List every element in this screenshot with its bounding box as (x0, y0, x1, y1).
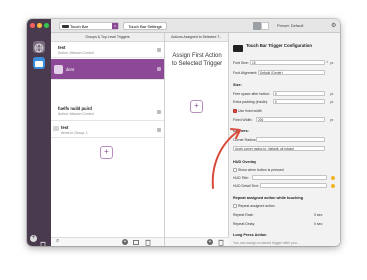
trash-icon[interactable] (145, 239, 151, 246)
emoji-icon[interactable] (331, 184, 335, 188)
repeat-rate-value[interactable]: 0 sec (314, 213, 322, 217)
repeat-delay-value[interactable]: 0 sec (314, 222, 322, 226)
touchbar-device-icon (62, 25, 69, 29)
font-size-stepper[interactable]: ⇕ (326, 60, 329, 65)
trash-icon[interactable] (40, 235, 46, 246)
list-item[interactable]: fuelfs nuild puird Action: Mission Contr… (51, 103, 164, 121)
corner-radius-field[interactable] (256, 137, 325, 142)
groups-bottom-bar: ⌕ + (51, 237, 164, 246)
extra-padding-field[interactable]: 0 (273, 99, 325, 104)
drag-handle-icon[interactable] (157, 48, 161, 52)
assign-first-action-message: Assign First Action to Selected Trigger (171, 53, 223, 67)
add-icon[interactable]: + (122, 239, 128, 245)
close-window-button[interactable] (30, 23, 35, 28)
preset-label[interactable]: Preset: Default (277, 22, 329, 30)
groups-list: Groups & Top Level Triggers test Action:… (51, 33, 165, 246)
item-icon (54, 65, 63, 74)
annotation-arrow (211, 128, 241, 189)
list-item-selected[interactable]: dent (51, 59, 164, 80)
hud-detail-field[interactable] (260, 183, 327, 188)
touchbar-settings-button[interactable]: Touch Bar Settings (123, 22, 167, 30)
drag-handle-icon[interactable] (157, 110, 161, 114)
chevron-down-icon: ▾ (112, 23, 118, 29)
fixed-width-checkbox[interactable] (233, 109, 237, 113)
fixed-width-field[interactable]: 200 (256, 117, 325, 122)
config-title: Touch Bar Trigger Configuration (246, 43, 313, 48)
emoji-icon[interactable] (331, 176, 335, 180)
app-sidebar: + (27, 19, 51, 246)
add-group-button[interactable]: + (100, 146, 113, 159)
add-icon[interactable]: + (207, 239, 213, 245)
view-toggle-right[interactable] (261, 22, 269, 30)
device-select[interactable]: Touch Bar ▾ (59, 22, 119, 30)
free-space-field[interactable]: 0 (273, 91, 325, 96)
font-alignment-select[interactable]: Default (Center) (258, 70, 325, 75)
gear-icon[interactable]: ⚙ (331, 22, 337, 30)
trash-icon[interactable] (218, 239, 224, 246)
drag-handle-icon[interactable] (157, 128, 161, 132)
minimize-window-button[interactable] (37, 23, 42, 28)
assigned-bottom-bar: + (165, 237, 229, 246)
repeat-action-checkbox[interactable] (233, 204, 237, 208)
toolbar: Touch Bar ▾ Touch Bar Settings Preset: D… (51, 19, 340, 33)
zoom-window-button[interactable] (44, 23, 49, 28)
drag-handle-icon[interactable] (157, 67, 161, 71)
add-action-button[interactable]: + (190, 100, 203, 113)
hud-title-field[interactable] (252, 175, 327, 180)
list-item[interactable]: test Action: Mission Control (51, 42, 164, 58)
app-window: + Touch Bar ▾ Touch Bar Settings Preset:… (27, 19, 340, 246)
folder-icon (53, 126, 59, 131)
groups-header: Groups & Top Level Triggers (51, 33, 164, 42)
assigned-header: Actions Assigned to Selected T... (165, 33, 228, 42)
search-icon[interactable]: ⌕ (56, 238, 59, 245)
add-icon[interactable]: + (30, 235, 37, 242)
touchbar-trigger-icon (233, 45, 243, 52)
font-size-field[interactable]: 15 (250, 60, 325, 65)
globe-icon[interactable] (33, 41, 45, 53)
view-toggle-left[interactable] (253, 22, 261, 30)
touchbar-icon[interactable] (33, 57, 45, 69)
list-item[interactable]: test Items in Group: 1 (51, 122, 164, 138)
folder-icon[interactable] (133, 240, 139, 245)
